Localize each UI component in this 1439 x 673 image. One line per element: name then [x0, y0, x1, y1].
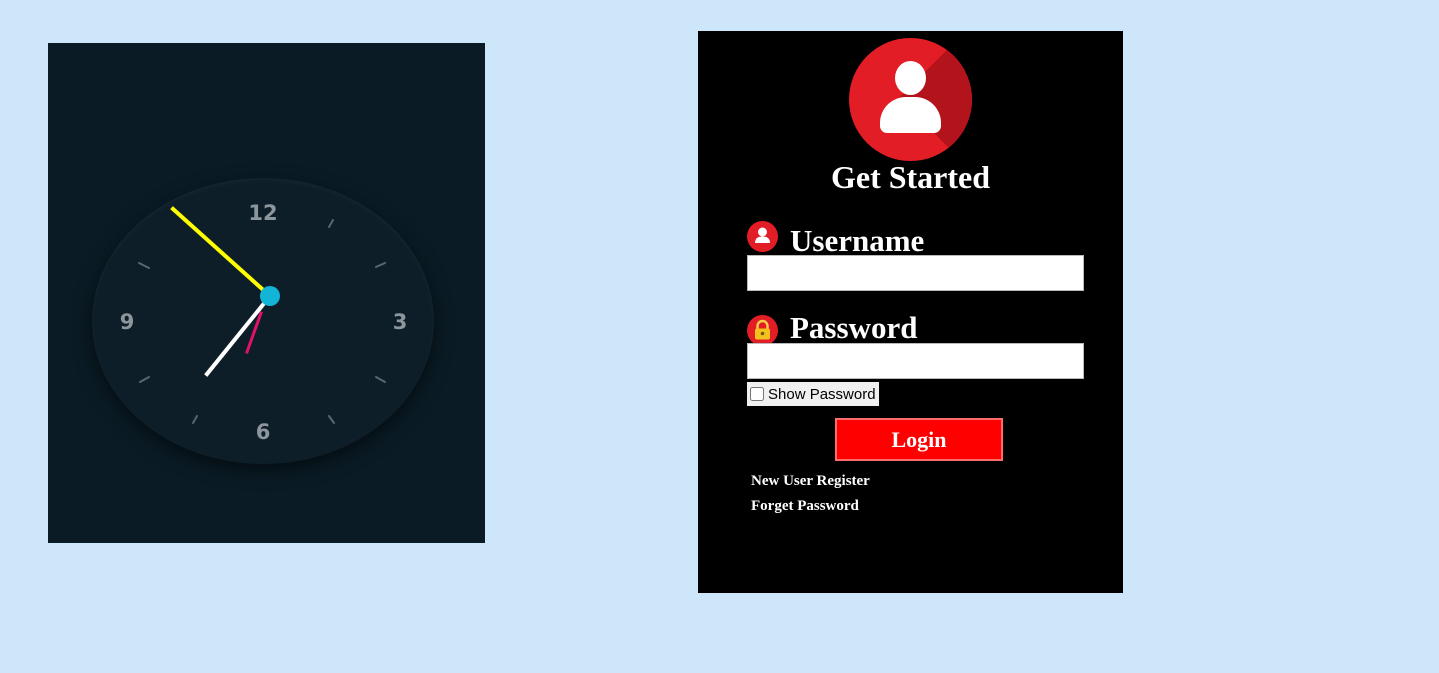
lock-icon [747, 315, 778, 346]
password-input[interactable] [747, 343, 1084, 379]
register-link[interactable]: New User Register [751, 473, 870, 490]
hour-hand [204, 293, 273, 377]
clock-center-dot [260, 286, 280, 306]
forgot-password-link[interactable]: Forget Password [751, 498, 859, 515]
clock-number-9: 9 [120, 310, 135, 334]
clock-number-12: 12 [248, 201, 277, 225]
clock-ticks [138, 219, 386, 424]
user-avatar-icon [849, 38, 972, 161]
clock-number-6: 6 [256, 420, 271, 444]
clock-number-3: 3 [393, 310, 408, 334]
page-title: Get Started [830, 159, 991, 195]
show-password-toggle[interactable]: Show Password [747, 382, 879, 406]
login-button[interactable]: Login [835, 418, 1003, 461]
login-panel: Get Started Username Password Show Passw… [698, 31, 1123, 593]
username-label: Username [790, 223, 925, 258]
analog-clock: 12 3 6 9 [120, 201, 408, 444]
username-input[interactable] [747, 255, 1084, 291]
user-icon [747, 221, 778, 252]
show-password-checkbox[interactable] [750, 387, 764, 401]
show-password-label: Show Password [768, 385, 876, 403]
password-label: Password [790, 310, 918, 345]
